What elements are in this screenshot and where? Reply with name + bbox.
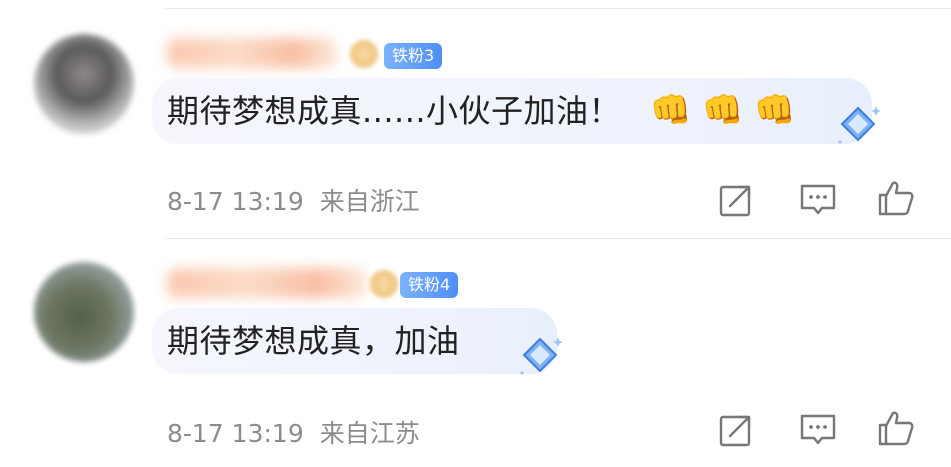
comment-text: 期待梦想成真，加油 (167, 322, 460, 360)
reply-button[interactable] (798, 180, 838, 220)
comment-time: 8-17 13:19 (167, 187, 304, 216)
comment-meta: 8-17 13:19 来自浙江 (167, 182, 420, 218)
top-divider (165, 8, 951, 9)
comment-icon (800, 414, 836, 445)
reply-button[interactable] (798, 410, 838, 450)
username-blurred[interactable] (167, 38, 337, 68)
comment-icon (800, 184, 836, 215)
avatar[interactable] (34, 262, 134, 362)
comment-text: 期待梦想成真......小伙子加油！ (167, 92, 622, 130)
thumbs-up-icon (878, 181, 914, 216)
fist-emoji: 👊 (702, 90, 744, 129)
comment-time: 8-17 13:19 (167, 419, 304, 448)
fan-level-icon (370, 270, 398, 298)
comment-divider (165, 238, 951, 239)
like-button[interactable] (876, 408, 916, 448)
like-button[interactable] (876, 178, 916, 218)
fist-emoji: 👊 (650, 90, 692, 129)
diamond-sparkle-icon (520, 337, 563, 375)
share-button[interactable] (716, 180, 756, 220)
fan-badge: 铁粉3 (384, 43, 443, 69)
share-icon (719, 415, 751, 447)
comment-location: 来自江苏 (319, 419, 420, 448)
fan-badge: 铁粉4 (400, 272, 459, 298)
fist-emoji: 👊 (754, 90, 796, 129)
thumbs-up-icon (878, 411, 914, 446)
share-icon (719, 185, 751, 217)
avatar[interactable] (34, 34, 134, 134)
comment-meta: 8-17 13:19 来自江苏 (167, 414, 420, 450)
fan-level-icon (350, 40, 378, 68)
comment-location: 来自浙江 (319, 187, 420, 216)
diamond-sparkle-icon (838, 106, 881, 144)
share-button[interactable] (716, 410, 756, 450)
username-blurred[interactable] (167, 268, 367, 298)
